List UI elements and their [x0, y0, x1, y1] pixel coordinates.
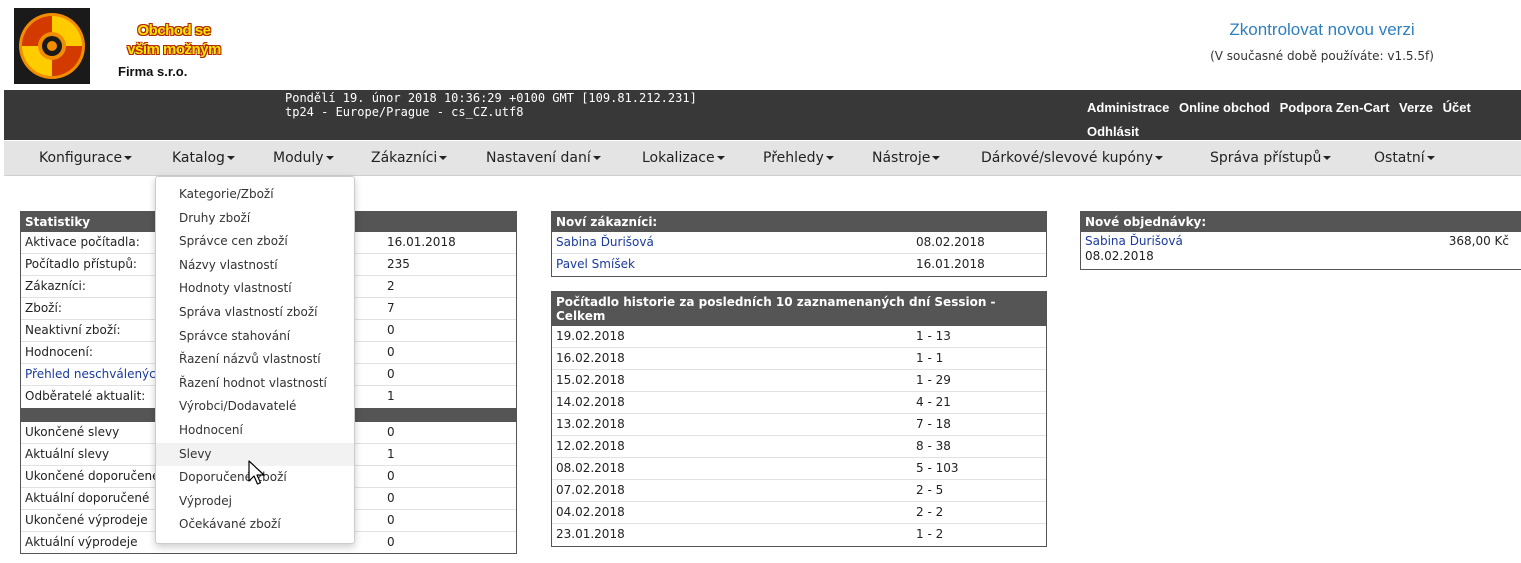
- menu-lokalizace[interactable]: Lokalizace: [642, 150, 725, 166]
- customer-link[interactable]: Sabina Ďurišová: [556, 232, 654, 253]
- dd-item-kategorie-zbozi[interactable]: Kategorie/Zboží: [156, 183, 354, 207]
- new-orders-panel: Nové objednávky: Sabina Ďurišová 08.02.2…: [1080, 211, 1521, 270]
- server-datetime: Pondělí 19. únor 2018 10:36:29 +0100 GMT…: [285, 91, 697, 119]
- menu-katalog[interactable]: Katalog: [172, 150, 235, 166]
- menu-kupony[interactable]: Dárkové/slevové kupóny: [981, 150, 1164, 166]
- order-amount: 368,00 Kč: [1448, 234, 1509, 248]
- panel-title: Počítadlo historie za posledních 10 zazn…: [552, 292, 1046, 326]
- caret-down-icon: [226, 156, 235, 160]
- dd-item-hodnoceni[interactable]: Hodnocení: [156, 419, 354, 443]
- caret-down-icon: [825, 156, 834, 160]
- version-box: Zkontrolovat novou verzi (V současné dob…: [1140, 20, 1504, 63]
- menu-moduly[interactable]: Moduly: [273, 150, 334, 166]
- panel-title: Nové objednávky:: [1081, 212, 1521, 232]
- table-row: 23.01.2018 1 - 2: [556, 527, 944, 541]
- logo-company: Firma s.r.o.: [118, 64, 188, 79]
- caret-down-icon: [439, 156, 448, 160]
- menu-nastroje[interactable]: Nástroje: [872, 150, 941, 166]
- dd-item-ocekavane-zbozi[interactable]: Očekávané zboží: [156, 513, 354, 537]
- main-menu: Konfigurace Katalog Moduly Zákazníci Nas…: [4, 141, 1521, 176]
- dd-item-spravce-stahovani[interactable]: Správce stahování: [156, 325, 354, 349]
- table-row: 13.02.2018 7 - 18: [552, 414, 1046, 436]
- panel-title: Noví zákazníci:: [552, 212, 1046, 232]
- header: Obchod se vším možným Firma s.r.o. Zkont…: [0, 0, 1521, 90]
- catalog-dropdown-menu: Kategorie/Zboží Druhy zboží Správce cen …: [155, 176, 355, 544]
- top-links: Administrace Online obchod Podpora Zen-C…: [1084, 96, 1520, 144]
- menu-zakaznici[interactable]: Zákazníci: [371, 150, 448, 166]
- table-row: 14.02.2018 4 - 21: [552, 392, 1046, 414]
- caret-down-icon: [124, 156, 133, 160]
- table-row: Sabina Ďurišová 08.02.2018: [552, 232, 1046, 254]
- dd-item-spravce-cen[interactable]: Správce cen zboží: [156, 230, 354, 254]
- caret-down-icon: [716, 156, 725, 160]
- store-logo[interactable]: Obchod se vším možným Firma s.r.o.: [14, 6, 234, 84]
- caret-down-icon: [932, 156, 941, 160]
- link-odhlasit[interactable]: Odhlásit: [1087, 124, 1139, 139]
- history-counter-panel: Počítadlo historie za posledních 10 zazn…: [551, 291, 1047, 547]
- table-row: 04.02.2018 2 - 2: [552, 502, 1046, 524]
- link-podpora[interactable]: Podpora Zen-Cart: [1280, 100, 1390, 115]
- mouse-pointer-icon: [248, 460, 265, 485]
- table-row: Pavel Smíšek 16.01.2018: [552, 254, 1046, 276]
- dd-item-razeni-nazvu[interactable]: Řazení názvů vlastností: [156, 348, 354, 372]
- link-verze[interactable]: Verze: [1399, 100, 1433, 115]
- dd-item-nazvy-vlastnosti[interactable]: Názvy vlastností: [156, 254, 354, 278]
- dd-item-vyrobci[interactable]: Výrobci/Dodavatelé: [156, 395, 354, 419]
- link-ucet[interactable]: Účet: [1443, 100, 1471, 115]
- table-row: 16.02.2018 1 - 1: [552, 348, 1046, 370]
- order-date: 08.02.2018: [1085, 249, 1154, 263]
- link-administrace[interactable]: Administrace: [1087, 100, 1169, 115]
- link-online-obchod[interactable]: Online obchod: [1179, 100, 1270, 115]
- dd-item-druhy-zbozi[interactable]: Druhy zboží: [156, 207, 354, 231]
- check-new-version-link[interactable]: Zkontrolovat novou verzi: [1229, 20, 1414, 39]
- table-row: 12.02.2018 8 - 38: [552, 436, 1046, 458]
- caret-down-icon: [325, 156, 334, 160]
- dd-item-hodnoty-vlastnosti[interactable]: Hodnoty vlastností: [156, 277, 354, 301]
- customer-link[interactable]: Pavel Smíšek: [556, 254, 635, 275]
- caret-down-icon: [1323, 156, 1332, 160]
- caret-down-icon: [592, 156, 601, 160]
- logo-swirl-icon: [14, 8, 90, 84]
- menu-ostatni[interactable]: Ostatní: [1374, 150, 1435, 166]
- logo-slogan: Obchod se vším možným: [127, 22, 221, 58]
- menu-prehledy[interactable]: Přehledy: [763, 150, 834, 166]
- menu-konfigurace[interactable]: Konfigurace: [39, 150, 133, 166]
- menu-sprava-pristupu[interactable]: Správa přístupů: [1210, 150, 1332, 166]
- new-customers-panel: Noví zákazníci: Sabina Ďurišová 08.02.201…: [551, 211, 1047, 277]
- table-row: 15.02.2018 1 - 29: [552, 370, 1046, 392]
- dd-item-razeni-hodnot[interactable]: Řazení hodnot vlastností: [156, 372, 354, 396]
- table-row: 07.02.2018 2 - 5: [552, 480, 1046, 502]
- dd-item-sprava-vlastnosti[interactable]: Správa vlastností zboží: [156, 301, 354, 325]
- caret-down-icon: [1426, 156, 1435, 160]
- dd-item-vyprodej[interactable]: Výprodej: [156, 490, 354, 514]
- table-row: 08.02.2018 5 - 103: [552, 458, 1046, 480]
- caret-down-icon: [1155, 156, 1164, 160]
- table-row: Sabina Ďurišová 08.02.2018 368,00 Kč: [1081, 232, 1521, 266]
- menu-nastaveni-dani[interactable]: Nastavení daní: [486, 150, 601, 166]
- unapproved-reviews-link[interactable]: Přehled neschválených: [25, 364, 163, 385]
- admin-top-bar: Pondělí 19. únor 2018 10:36:29 +0100 GMT…: [4, 90, 1521, 140]
- version-info: (V současné době používáte: v1.5.5f): [1210, 49, 1434, 63]
- table-row: 19.02.2018 1 - 13: [552, 326, 1046, 348]
